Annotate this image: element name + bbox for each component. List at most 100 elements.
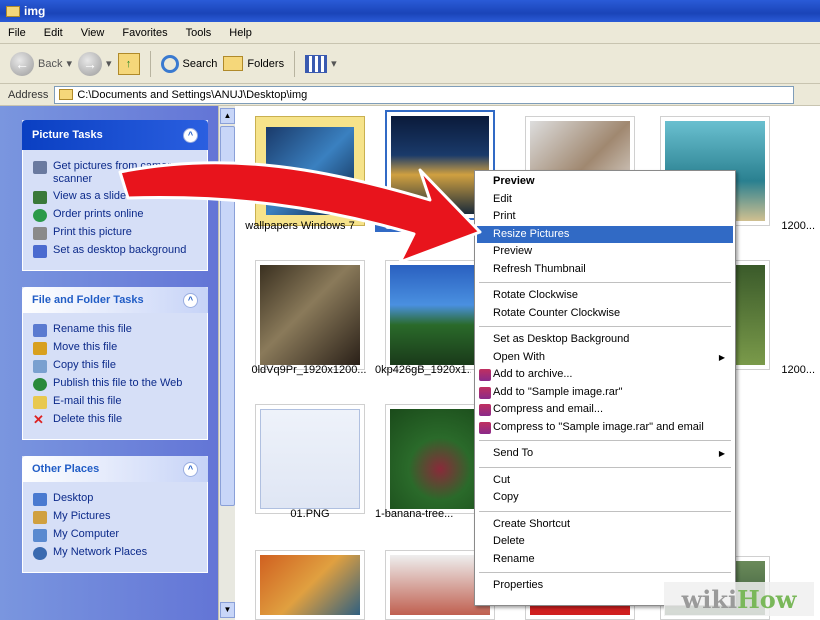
desktop-icon — [33, 493, 47, 506]
menu-item-preview[interactable]: Preview — [477, 173, 733, 191]
file-folder-tasks-panel: File and Folder Tasks ^ Rename this file… — [22, 287, 208, 440]
menu-favorites[interactable]: Favorites — [122, 27, 167, 39]
toolbar: ← Back ▾ → ▾ ↑ Search Folders ▾ — [0, 44, 820, 84]
folders-button[interactable]: Folders — [223, 56, 284, 71]
menu-item-compress-to-rar-email[interactable]: Compress to "Sample image.rar" and email — [477, 419, 733, 437]
menu-item-print[interactable]: Print — [477, 208, 733, 226]
camera-icon — [33, 161, 47, 174]
menu-bar: File Edit View Favorites Tools Help — [0, 22, 820, 44]
task-email[interactable]: E-mail this file — [33, 395, 199, 409]
network-icon — [33, 547, 47, 560]
menu-view[interactable]: View — [81, 27, 105, 39]
back-arrow-icon: ← — [10, 51, 34, 76]
task-rename[interactable]: Rename this file — [33, 323, 199, 337]
task-publish[interactable]: Publish this file to the Web — [33, 377, 199, 391]
menu-item-label: Compress to "Sample image.rar" and email — [493, 420, 704, 433]
task-pane-scrollbar[interactable]: ▲ ▼ — [218, 106, 235, 620]
menu-item-add-to-rar[interactable]: Add to "Sample image.rar" — [477, 384, 733, 402]
menu-edit[interactable]: Edit — [44, 27, 63, 39]
menu-item-copy[interactable]: Copy — [477, 489, 733, 507]
menu-item-send-to[interactable]: Send To ▶ — [477, 445, 733, 463]
place-desktop[interactable]: Desktop — [33, 492, 199, 506]
picture-tasks-header[interactable]: Picture Tasks ^ — [22, 120, 208, 150]
menu-item-preview-2[interactable]: Preview — [477, 243, 733, 261]
forward-button[interactable]: → ▾ — [78, 51, 112, 76]
menu-item-rotate-clockwise[interactable]: Rotate Clockwise — [477, 287, 733, 305]
menu-item-refresh-thumbnail[interactable]: Refresh Thumbnail — [477, 261, 733, 279]
menu-item-rename[interactable]: Rename — [477, 551, 733, 569]
task-label: Set as desktop background — [53, 244, 187, 256]
task-delete[interactable]: ✕ Delete this file — [33, 413, 199, 427]
menu-item-label: Compress and email... — [493, 403, 604, 415]
menu-separator — [479, 466, 731, 468]
menu-item-label: Send To — [493, 447, 534, 459]
task-slide-show[interactable]: View as a slide show — [33, 190, 199, 204]
up-folder-button[interactable]: ↑ — [117, 52, 140, 75]
place-network[interactable]: My Network Places — [33, 546, 199, 560]
menu-item-rotate-counter-clockwise[interactable]: Rotate Counter Clockwise — [477, 305, 733, 323]
task-move[interactable]: Move this file — [33, 341, 199, 355]
menu-item-delete[interactable]: Delete — [477, 533, 733, 551]
back-button[interactable]: ← Back ▾ — [10, 51, 72, 76]
place-label: My Pictures — [53, 510, 111, 522]
context-menu: Preview Edit Print Resize Pictures Previ… — [474, 170, 736, 606]
desktop-icon — [33, 245, 47, 258]
views-button[interactable]: ▾ — [305, 54, 337, 73]
menu-separator — [479, 282, 731, 283]
menu-separator — [479, 326, 731, 327]
menu-separator — [479, 440, 731, 441]
address-field[interactable]: C:\Documents and Settings\ANUJ\Desktop\i… — [54, 85, 795, 104]
menu-item-create-shortcut[interactable]: Create Shortcut — [477, 516, 733, 534]
winrar-icon — [479, 386, 491, 399]
scrollbar-thumb[interactable] — [220, 126, 235, 506]
place-my-computer[interactable]: My Computer — [33, 528, 199, 542]
task-copy[interactable]: Copy this file — [33, 359, 199, 373]
file-caption: 0kp426gB_1920x1... — [375, 364, 471, 376]
task-label: View as a slide show — [53, 190, 155, 202]
rename-icon — [33, 324, 47, 337]
chevron-down-icon[interactable]: ▾ — [66, 57, 72, 70]
collapse-chevron-icon[interactable]: ^ — [183, 292, 198, 308]
image-thumbnail[interactable] — [255, 260, 365, 370]
menu-tools[interactable]: Tools — [186, 27, 212, 39]
menu-item-cut[interactable]: Cut — [477, 472, 733, 490]
menu-item-label: Add to archive... — [493, 368, 573, 380]
other-places-header[interactable]: Other Places ^ — [22, 456, 208, 482]
file-tasks-header[interactable]: File and Folder Tasks ^ — [22, 287, 208, 313]
chevron-down-icon[interactable]: ▾ — [106, 57, 112, 70]
views-icon — [305, 54, 328, 73]
menu-item-edit[interactable]: Edit — [477, 191, 733, 209]
scroll-down-icon[interactable]: ▼ — [220, 602, 235, 618]
menu-item-add-to-archive[interactable]: Add to archive... — [477, 366, 733, 384]
address-path: C:\Documents and Settings\ANUJ\Desktop\i… — [77, 88, 308, 101]
menu-separator — [479, 510, 731, 512]
menu-help[interactable]: Help — [229, 27, 252, 39]
collapse-chevron-icon[interactable]: ^ — [183, 127, 198, 143]
place-my-pictures[interactable]: My Pictures — [33, 510, 199, 524]
chevron-down-icon[interactable]: ▾ — [331, 57, 337, 70]
search-button[interactable]: Search — [160, 54, 217, 73]
move-icon — [33, 342, 47, 355]
task-order-prints[interactable]: Order prints online — [33, 208, 199, 222]
image-thumbnail[interactable] — [255, 404, 365, 514]
menu-item-compress-email[interactable]: Compress and email... — [477, 401, 733, 419]
task-get-pictures[interactable]: Get pictures from camera or scanner — [33, 160, 199, 186]
image-thumbnail[interactable] — [255, 550, 365, 620]
task-set-desktop[interactable]: Set as desktop background — [33, 244, 199, 258]
folders-label: Folders — [247, 57, 285, 70]
scroll-up-icon[interactable]: ▲ — [220, 108, 235, 124]
menu-item-open-with[interactable]: Open With ▶ — [477, 349, 733, 367]
image-preview — [260, 265, 360, 365]
menu-item-resize-pictures[interactable]: Resize Pictures — [477, 225, 733, 243]
image-preview — [260, 555, 360, 615]
title-bar: img — [0, 0, 820, 22]
task-label: Copy this file — [53, 359, 116, 371]
task-print-picture[interactable]: Print this picture — [33, 226, 199, 240]
menu-item-set-desktop-background[interactable]: Set as Desktop Background — [477, 331, 733, 349]
collapse-chevron-icon[interactable]: ^ — [183, 461, 198, 477]
winrar-icon — [479, 369, 491, 381]
folder-thumbnail[interactable] — [255, 116, 365, 226]
globe-icon — [33, 209, 47, 222]
address-bar: Address C:\Documents and Settings\ANUJ\D… — [0, 84, 820, 106]
menu-file[interactable]: File — [8, 27, 26, 39]
